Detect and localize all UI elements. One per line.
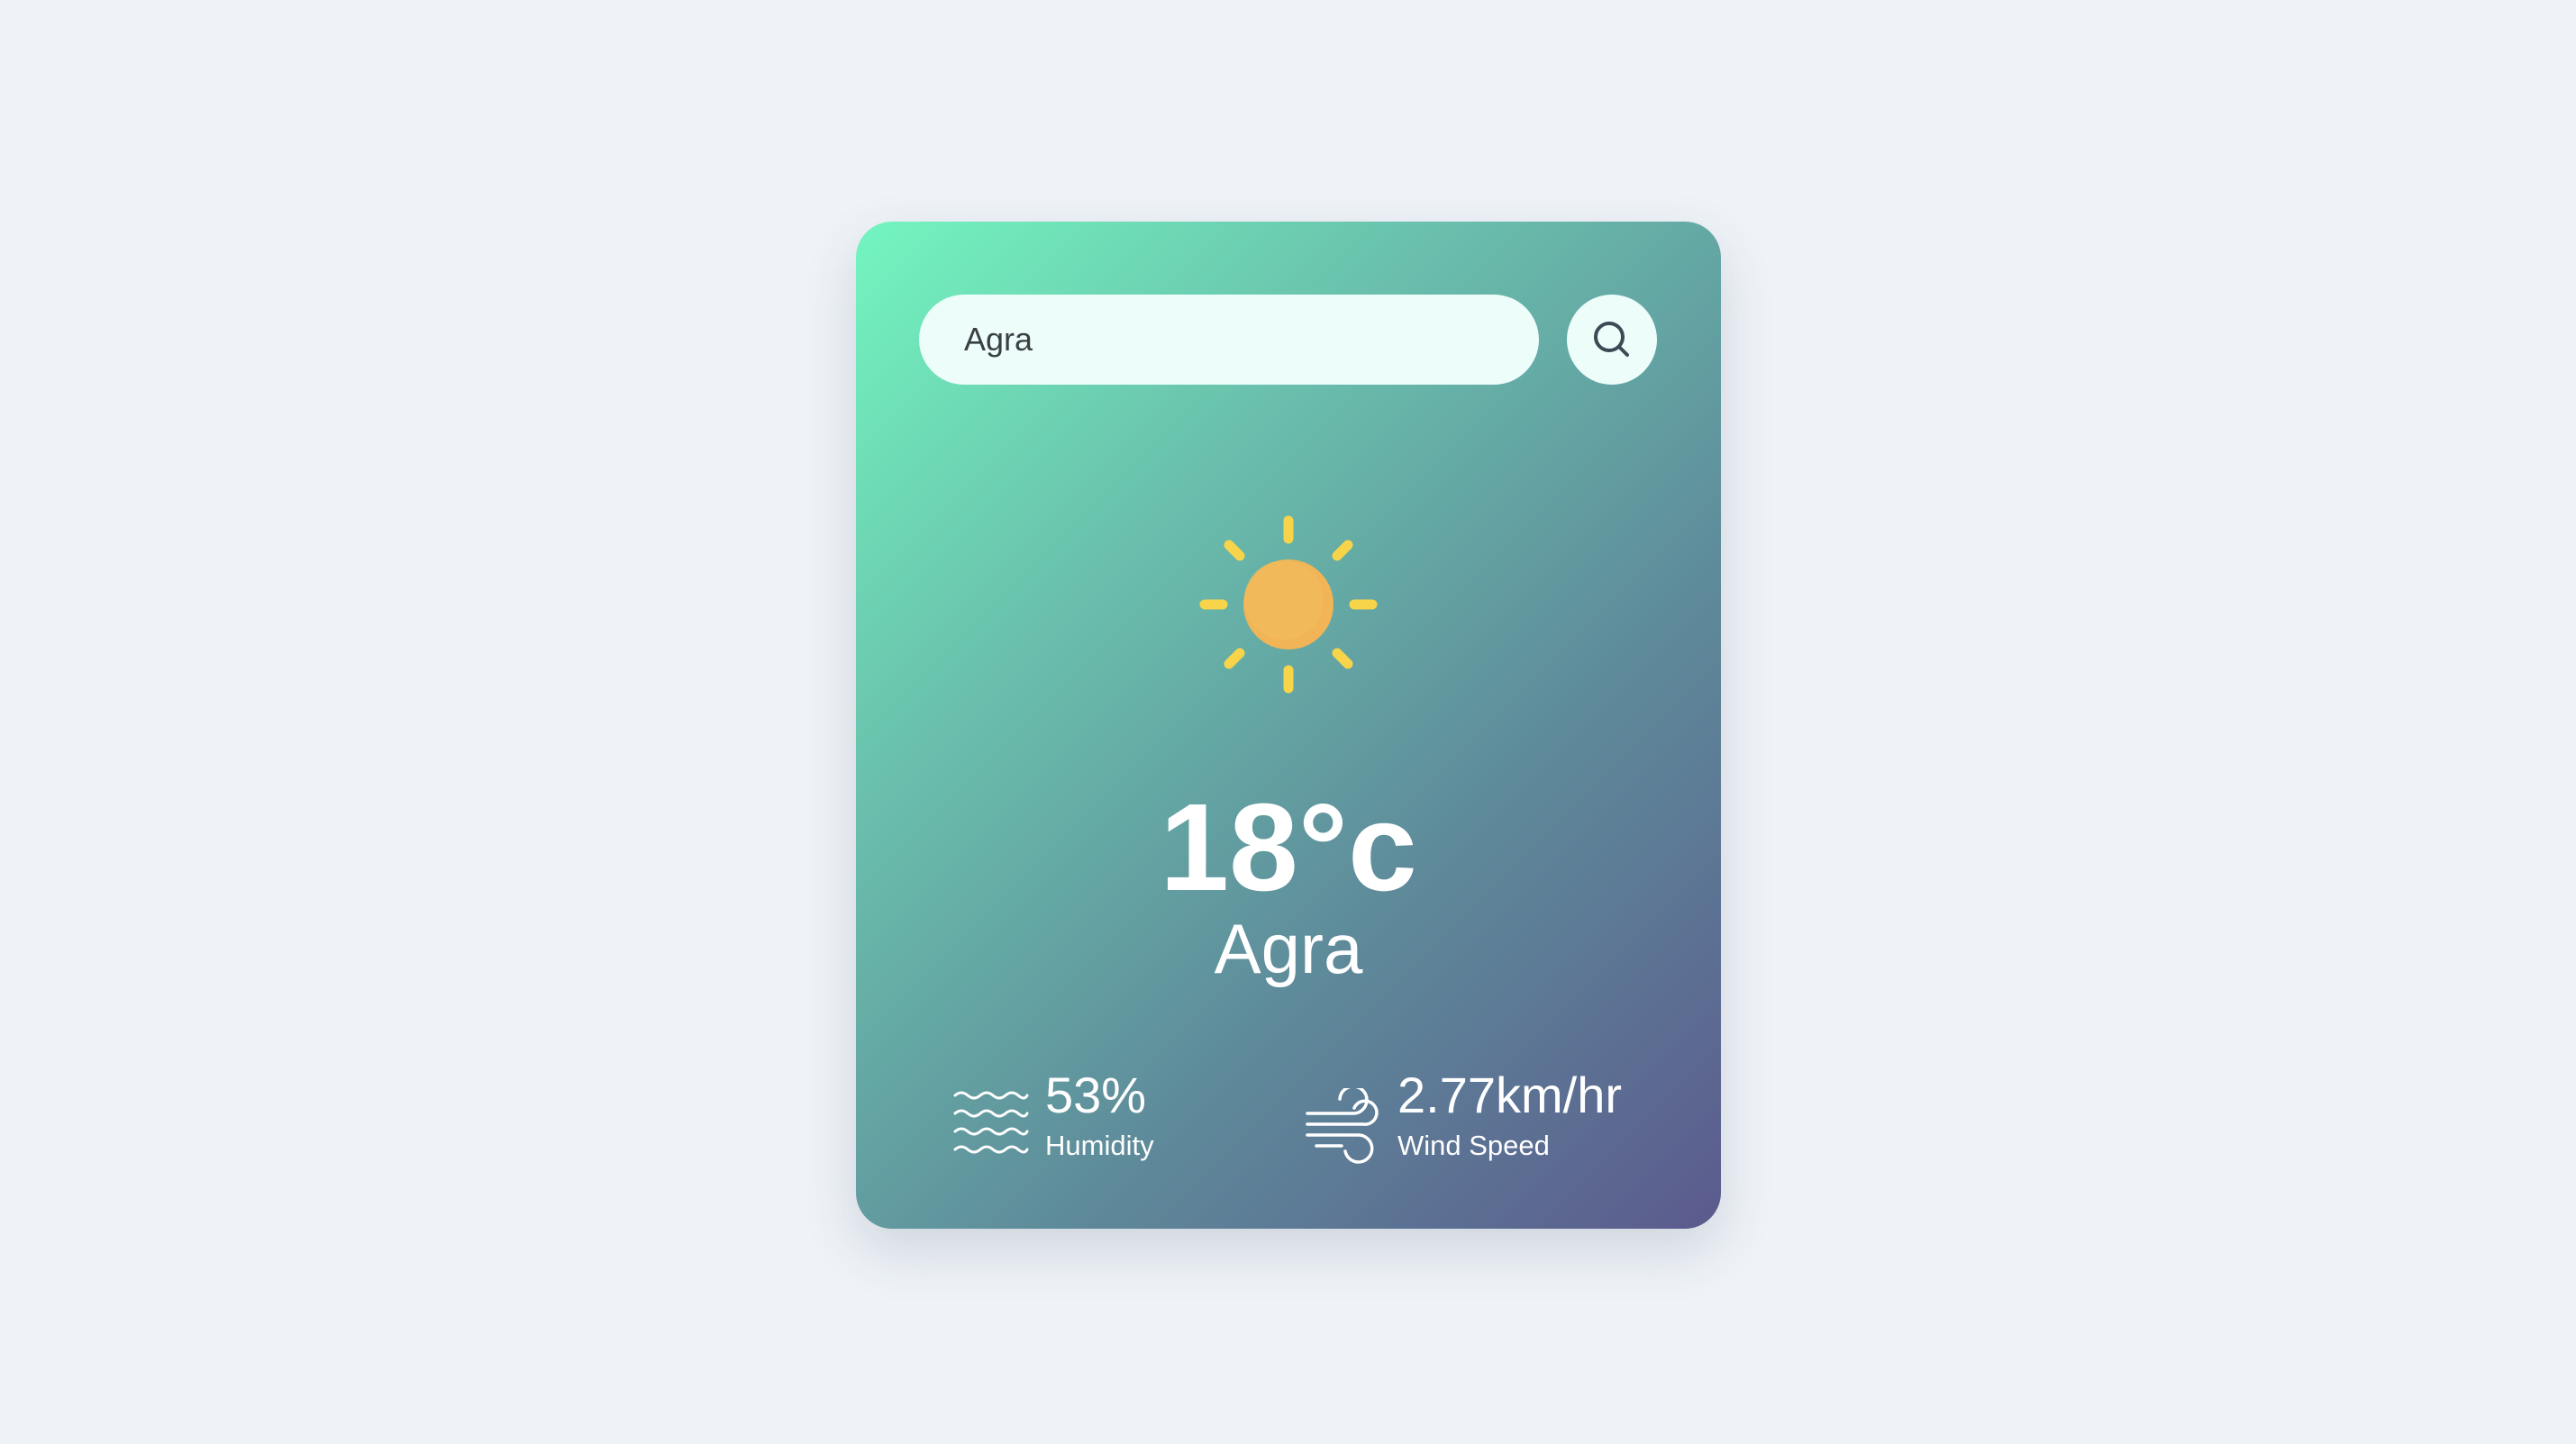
sun-icon (1199, 515, 1378, 694)
search-icon (1594, 322, 1629, 357)
wind-stat: 2.77km/hr Wind Speed (1306, 1067, 1666, 1166)
temperature: 18°c (1160, 778, 1417, 917)
humidity-value: 53% (1045, 1067, 1147, 1123)
search-button[interactable] (1567, 295, 1657, 385)
wind-speed-value: 2.77km/hr (1397, 1067, 1622, 1123)
city-search-input[interactable] (919, 295, 1539, 385)
wind-speed-label: Wind Speed (1397, 1130, 1550, 1161)
search-bar (919, 295, 1658, 385)
humidity-stat: 53% Humidity (953, 1067, 1224, 1166)
humidity-waves-icon (953, 1091, 1029, 1154)
wind-icon (1306, 1088, 1379, 1164)
city-name: Agra (1214, 909, 1363, 988)
weather-card: 18°c Agra 53% Humidity 2.77km/hr Wind Sp… (856, 222, 1721, 1229)
humidity-label: Humidity (1045, 1130, 1154, 1161)
